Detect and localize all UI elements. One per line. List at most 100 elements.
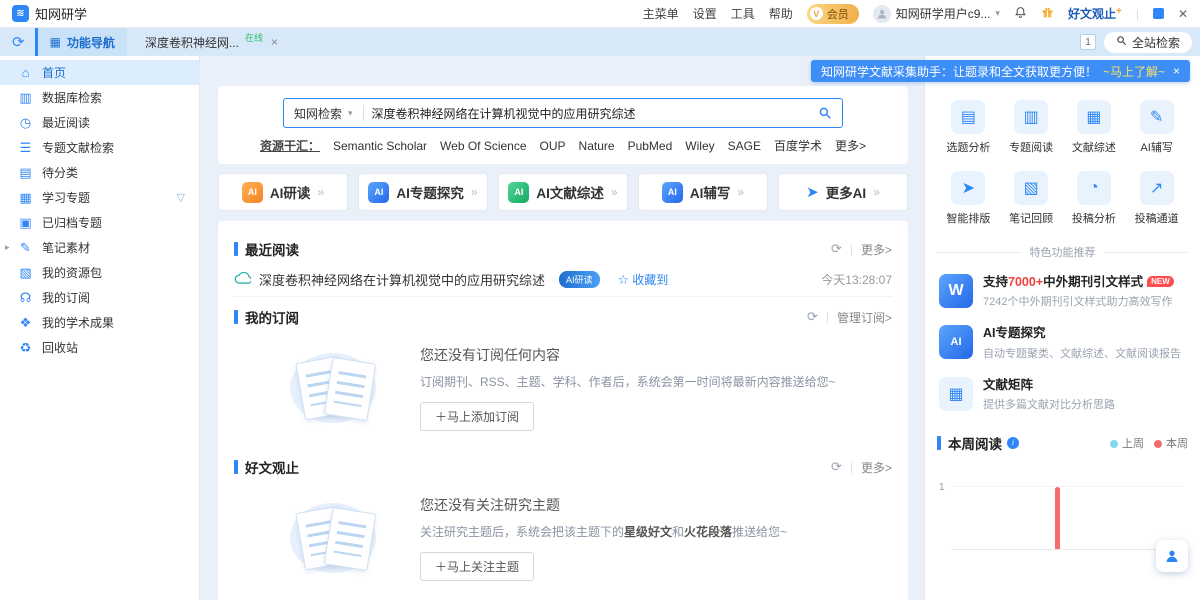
recent-item-title[interactable]: 深度卷积神经网络在计算机视觉中的应用研究综述 <box>259 270 545 289</box>
sidebar-item-archived-topics[interactable]: ▣已归档专题 <box>0 210 199 235</box>
resource-link-nature[interactable]: Nature <box>579 139 615 153</box>
tab-function-nav[interactable]: ▦ 功能导航 <box>35 28 127 56</box>
sidebar-item-subscriptions[interactable]: ☊我的订阅 <box>0 285 199 310</box>
sidebar-item-unclassified[interactable]: ▤待分类 <box>0 160 199 185</box>
subscription-section-title: 我的订阅 <box>245 307 299 327</box>
sidebar-item-resource-pack[interactable]: ▧我的资源包 <box>0 260 199 285</box>
quick-topic-reading[interactable]: ▥专题阅读 <box>1000 100 1063 155</box>
refresh-icon[interactable]: ⟳ <box>831 459 842 475</box>
sections-card: 最近阅读 ⟳ | 更多> 深度卷积神经网络在计算机视觉中的应用研究综述 AI研读… <box>218 221 908 600</box>
resource-link-oup[interactable]: OUP <box>540 139 566 153</box>
search-bar: 知网检索▾ <box>283 98 843 128</box>
search-input[interactable] <box>364 106 808 120</box>
resource-link-semantic-scholar[interactable]: Semantic Scholar <box>333 139 427 153</box>
divider: | <box>826 310 829 324</box>
menu-main[interactable]: 主菜单 <box>643 5 679 22</box>
app-logo-icon: ≋ <box>12 5 29 22</box>
sidebar-item-home[interactable]: ⌂首页 <box>0 60 199 85</box>
section-accent-bar <box>937 436 941 450</box>
subscription-section-header: 我的订阅 ⟳ | 管理订阅> <box>234 303 892 331</box>
refresh-icon[interactable]: ⟳ <box>831 241 842 257</box>
recent-item[interactable]: 深度卷积神经网络在计算机视觉中的应用研究综述 AI研读 ☆收藏到 今天13:28… <box>234 263 892 297</box>
ai-literature-review-button[interactable]: AIAI文献综述» <box>498 173 628 211</box>
window-widget-icon[interactable] <box>1153 8 1164 19</box>
literature-review-icon: ▦ <box>1077 100 1111 134</box>
quick-literature-review[interactable]: ▦文献综述 <box>1063 100 1126 155</box>
chat-assistant-button[interactable] <box>1156 540 1188 572</box>
smart-typesetting-icon: ➤ <box>951 171 985 205</box>
site-search-input[interactable]: 全站检索 <box>1104 32 1192 53</box>
promo-banner[interactable]: 知网研学文献采集助手：让题录和全文获取更方便！ ~马上了解~ × <box>811 60 1190 82</box>
filter-icon[interactable]: ▽ <box>177 191 185 204</box>
quick-submission-channel[interactable]: ↗投稿通道 <box>1125 171 1188 226</box>
gift-icon[interactable] <box>1041 6 1054 22</box>
page-count-badge[interactable]: 1 <box>1080 34 1096 50</box>
refresh-icon[interactable]: ⟳ <box>807 309 818 325</box>
resource-link-pubmed[interactable]: PubMed <box>628 139 673 153</box>
ai-tools-row: AIAI研读» AIAI专题探究» AIAI文献综述» AIAI辅写» ➤更多A… <box>218 173 908 211</box>
promo-banner-link[interactable]: ~马上了解~ <box>1103 63 1165 80</box>
haowen-quick-link[interactable]: 好文观止+ <box>1068 5 1122 22</box>
resource-link-web-of-science[interactable]: Web Of Science <box>440 139 526 153</box>
follow-topic-button[interactable]: ＋马上关注主题 <box>420 552 534 581</box>
ai-read-icon: AI <box>242 182 263 203</box>
resource-link-wiley[interactable]: Wiley <box>685 139 714 153</box>
chevron-right-icon[interactable]: ▸ <box>5 242 10 253</box>
sidebar-item-study-topics[interactable]: ▦学习专题▽ <box>0 185 199 210</box>
note-review-icon: ▧ <box>1014 171 1048 205</box>
notification-bell-icon[interactable] <box>1014 6 1027 22</box>
database-icon: ▥ <box>18 90 33 106</box>
manage-subscription-link[interactable]: 管理订阅> <box>837 309 892 326</box>
sidebar-item-database-search[interactable]: ▥数据库检索 <box>0 85 199 110</box>
sidebar-item-topic-literature-search[interactable]: ☰专题文献检索 <box>0 135 199 160</box>
ai-read-badge[interactable]: AI研读 <box>559 271 600 288</box>
chevron-down-icon: ▾ <box>348 108 353 119</box>
feature-citation-styles[interactable]: W 支持7000+中外期刊引文样式NEW 7242个中外期刊引文样式助力高效写作 <box>937 266 1188 317</box>
submission-channel-icon: ↗ <box>1140 171 1174 205</box>
quick-submission-analysis[interactable]: ◔投稿分析 <box>1063 171 1126 226</box>
favorite-button[interactable]: ☆收藏到 <box>618 271 669 288</box>
refresh-icon[interactable]: ⟳ <box>12 35 25 50</box>
username: 知网研学用户c9... <box>896 5 991 22</box>
user-account[interactable]: 知网研学用户c9... ▾ <box>873 5 1000 23</box>
info-icon[interactable]: i <box>1007 437 1019 449</box>
tab-close-icon[interactable]: × <box>271 35 278 49</box>
word-icon: W <box>939 274 973 308</box>
ai-read-button[interactable]: AIAI研读» <box>218 173 348 211</box>
haowen-more-link[interactable]: 更多> <box>861 459 892 476</box>
sidebar-item-recycle-bin[interactable]: ♻回收站 <box>0 335 199 360</box>
right-panel: 功能直达 ⌃|自定义 ▤选题分析 ▥专题阅读 ▦文献综述 ✎AI辅写 ➤智能排版… <box>924 56 1200 600</box>
top-bar: ≋ 知网研学 主菜单 设置 工具 帮助 V会员 知网研学用户c9... ▾ 好文… <box>0 0 1200 28</box>
feature-ai-topic-explore[interactable]: AI AI专题探究 自动专题聚类、文献综述、文献阅读报告 <box>937 317 1188 368</box>
resource-link-sage[interactable]: SAGE <box>728 139 761 153</box>
vip-badge[interactable]: V会员 <box>807 4 859 24</box>
more-ai-button[interactable]: ➤更多AI» <box>778 173 908 211</box>
close-icon[interactable]: ✕ <box>1178 7 1188 21</box>
empty-title: 您还没有订阅任何内容 <box>420 345 836 365</box>
home-icon: ⌂ <box>18 65 33 80</box>
add-subscription-button[interactable]: ＋马上添加订阅 <box>420 402 534 431</box>
resource-link-more[interactable]: 更多> <box>835 137 866 154</box>
ai-writing-button[interactable]: AIAI辅写» <box>638 173 768 211</box>
banner-close-icon[interactable]: × <box>1173 64 1180 78</box>
menu-help[interactable]: 帮助 <box>769 5 793 22</box>
menu-tools[interactable]: 工具 <box>731 5 755 22</box>
menu-settings[interactable]: 设置 <box>693 5 717 22</box>
sidebar-item-academic-achievements[interactable]: ❖我的学术成果 <box>0 310 199 335</box>
weekly-legend: 上周 本周 <box>1110 435 1188 451</box>
sidebar-item-recent-reading[interactable]: ◷最近阅读 <box>0 110 199 135</box>
quick-topic-analysis[interactable]: ▤选题分析 <box>937 100 1000 155</box>
search-button[interactable] <box>808 99 842 127</box>
package-icon: ▧ <box>18 265 33 281</box>
folder-icon: ▤ <box>18 165 33 181</box>
quick-smart-typesetting[interactable]: ➤智能排版 <box>937 171 1000 226</box>
resource-link-baidu-xueshu[interactable]: 百度学术 <box>774 137 822 154</box>
recent-more-link[interactable]: 更多> <box>861 241 892 258</box>
search-engine-selector[interactable]: 知网检索▾ <box>284 105 363 122</box>
quick-note-review[interactable]: ▧笔记回顾 <box>1000 171 1063 226</box>
tab-document[interactable]: 深度卷积神经网... 在线 × <box>133 28 290 56</box>
feature-literature-matrix[interactable]: ▦ 文献矩阵 提供多篇文献对比分析思路 <box>937 369 1188 420</box>
sidebar-item-note-material[interactable]: ▸✎笔记素材 <box>0 235 199 260</box>
quick-ai-writing[interactable]: ✎AI辅写 <box>1125 100 1188 155</box>
ai-topic-explore-button[interactable]: AIAI专题探究» <box>358 173 488 211</box>
